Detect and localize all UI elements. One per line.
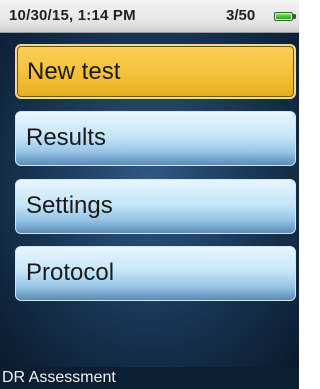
results-label: Results: [26, 124, 107, 151]
protocol-button[interactable]: Protocol: [15, 246, 296, 301]
new-test-button[interactable]: New test: [15, 44, 296, 99]
device-window: 10/30/15, 1:14 PM 3/50 New test Results …: [0, 0, 299, 389]
settings-button[interactable]: Settings: [15, 179, 296, 234]
protocol-name-label: DR Assessment: [2, 369, 116, 386]
battery-fill: [276, 14, 291, 19]
status-datetime: 10/30/15, 1:14 PM: [9, 7, 136, 24]
settings-label: Settings: [26, 192, 113, 219]
battery-shell: [274, 12, 293, 21]
battery-tip: [293, 14, 296, 19]
footer-bar: DR Assessment: [0, 367, 299, 389]
status-record-count: 3/50: [226, 7, 256, 24]
results-button[interactable]: Results: [15, 111, 296, 166]
protocol-label: Protocol: [26, 259, 115, 286]
status-bar: 10/30/15, 1:14 PM 3/50: [0, 0, 299, 33]
battery-icon: [274, 12, 296, 21]
new-test-label: New test: [27, 58, 121, 85]
main-menu-screen: New test Results Settings Protocol: [0, 33, 299, 367]
